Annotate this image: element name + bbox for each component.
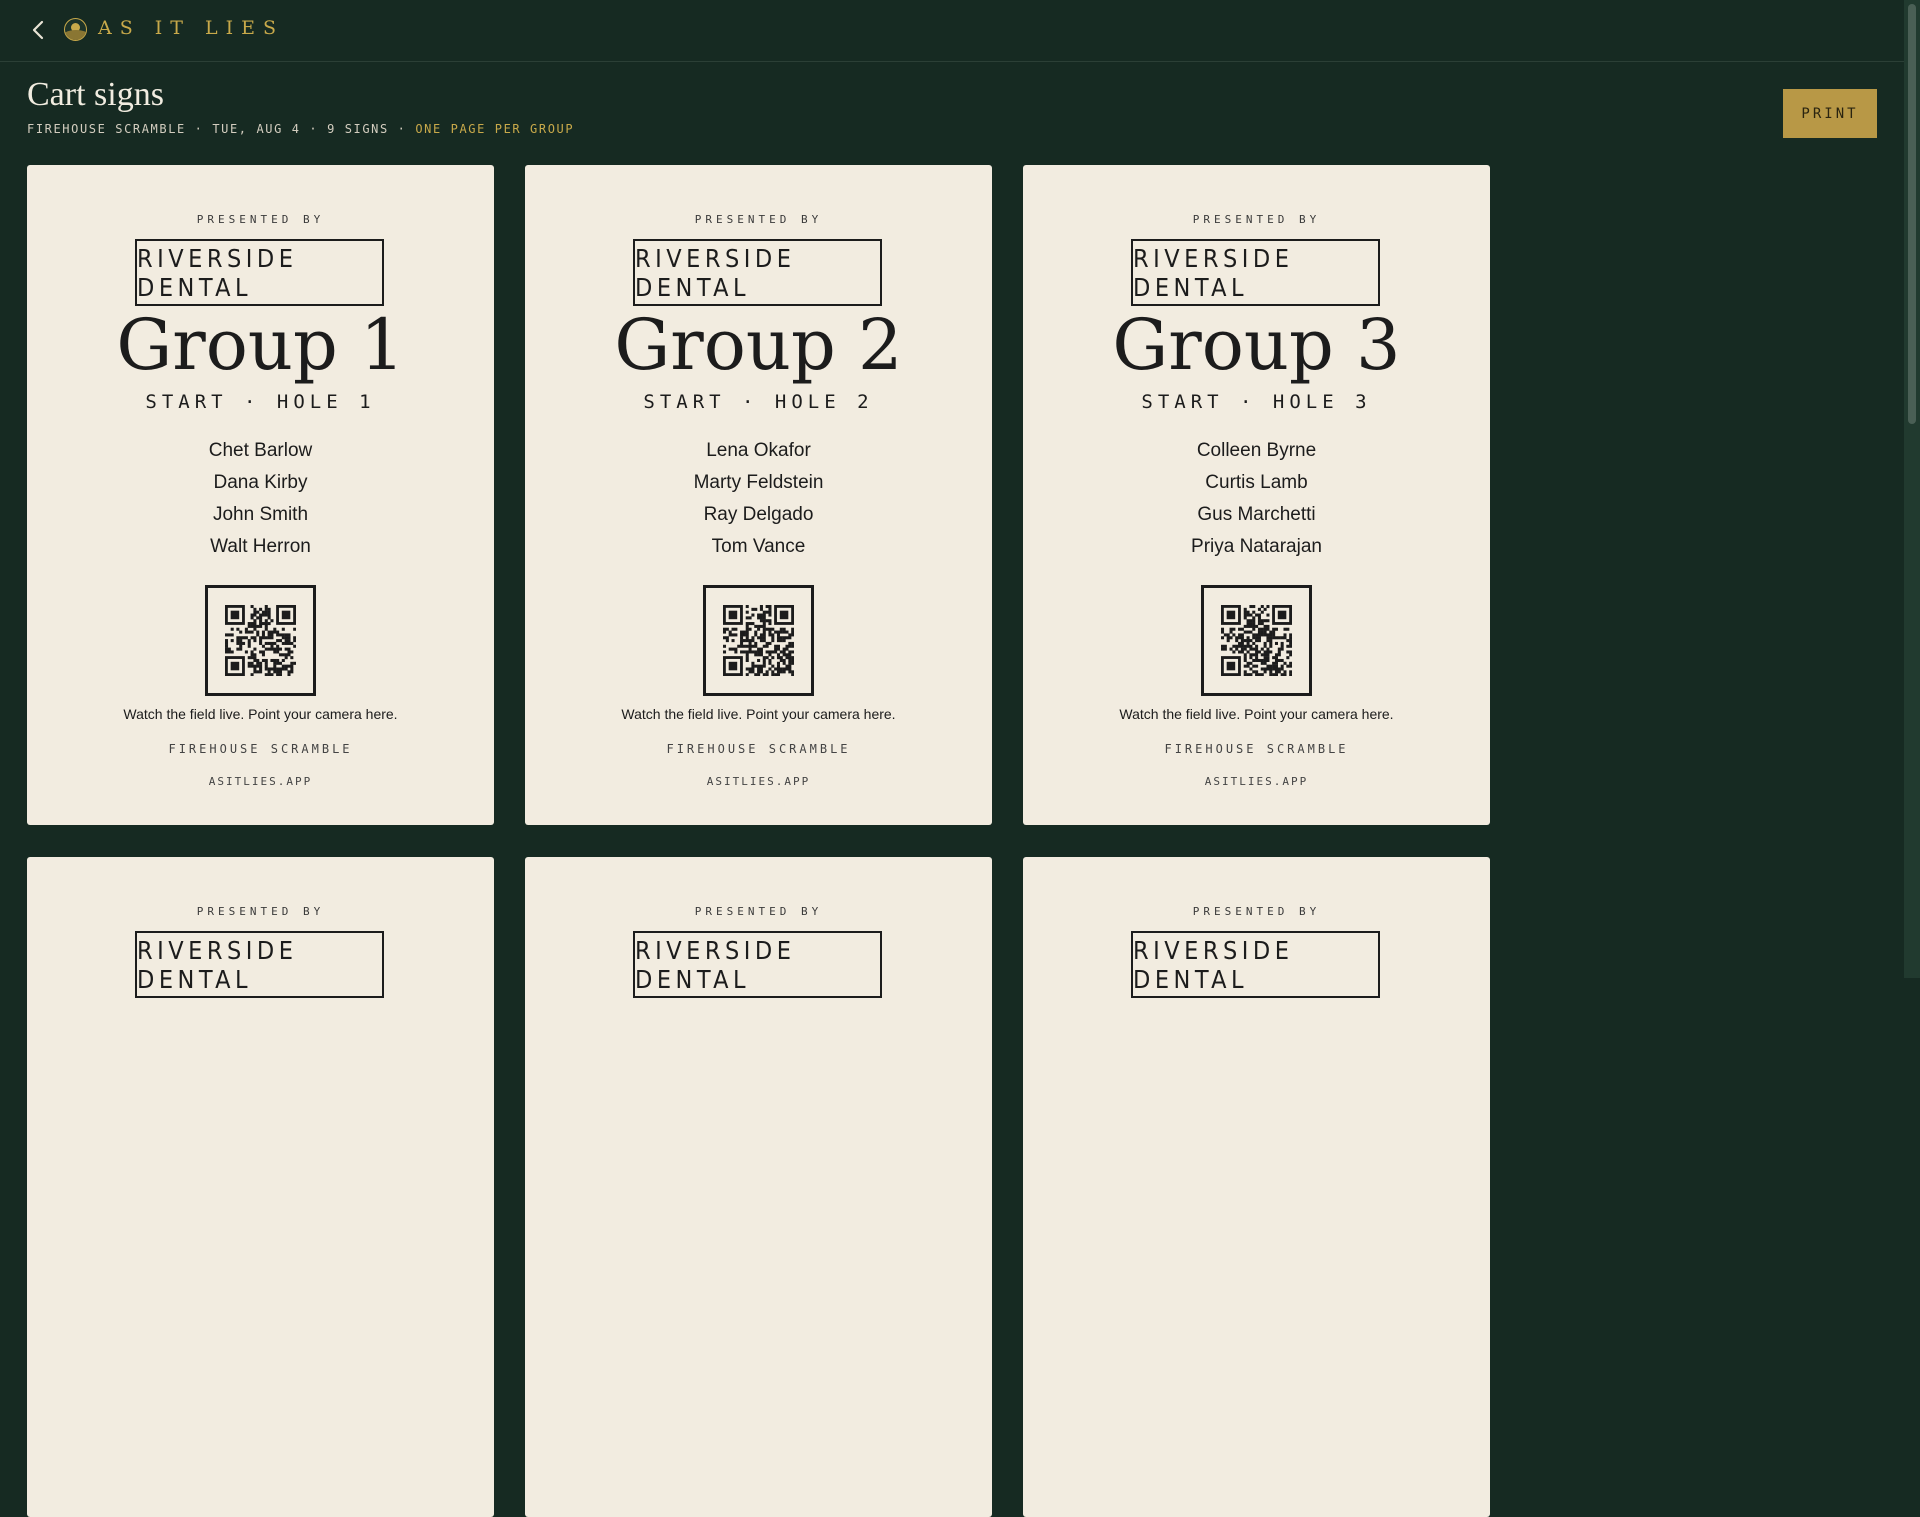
presented-by-label: PRESENTED BY [196,213,325,226]
qr-caption: Watch the field live. Point your camera … [621,706,896,722]
player-name: Tom Vance [711,536,806,557]
group-title: Group 1 [116,304,405,386]
player-name: John Smith [212,504,309,525]
qr-caption: Watch the field live. Point your camera … [1119,706,1394,722]
sponsor-name: RIVERSIDE DENTAL [633,239,882,306]
qr-caption: Watch the field live. Point your camera … [123,706,398,722]
sponsor-name: RIVERSIDE DENTAL [633,931,882,998]
player-name: Walt Herron [210,536,311,557]
event-name: FIREHOUSE SCRAMBLE [27,122,186,136]
qr-code-frame [1201,585,1312,696]
sponsor-name: RIVERSIDE DENTAL [135,931,384,998]
presented-by-label: PRESENTED BY [196,905,325,918]
start-hole: START · HOLE 1 [145,391,376,413]
group-title: Group 2 [614,304,903,386]
site-url: ASITLIES.APP [1204,775,1309,788]
site-url: ASITLIES.APP [706,775,811,788]
sponsor-name: RIVERSIDE DENTAL [1131,931,1380,998]
page-subtitle: FIREHOUSE SCRAMBLE · TUE, AUG 4 · 9 SIGN… [27,122,574,136]
chevron-left-icon [32,20,44,40]
player-name: Marty Feldstein [693,472,824,493]
presented-by-label: PRESENTED BY [694,213,823,226]
qr-code-frame [703,585,814,696]
page-scrollbar[interactable] [1904,0,1920,978]
sun-emblem-icon[interactable] [64,18,87,41]
cart-sign-card: PRESENTED BY RIVERSIDE DENTAL [525,857,992,1517]
qr-code-icon [1221,605,1292,676]
layout-note: ONE PAGE PER GROUP [415,122,575,136]
cart-sign-card: PRESENTED BY RIVERSIDE DENTAL [27,857,494,1517]
cart-sign-card: PRESENTED BY RIVERSIDE DENTAL [1023,857,1490,1517]
separator: · [397,122,407,136]
player-name: Lena Okafor [706,440,811,461]
player-name: Priya Natarajan [1191,536,1322,557]
site-url: ASITLIES.APP [208,775,313,788]
player-name: Colleen Byrne [1196,440,1317,461]
qr-code-icon [723,605,794,676]
start-hole: START · HOLE 3 [1141,391,1372,413]
brand-name[interactable]: AS IT LIES [98,17,284,39]
group-title: Group 3 [1112,304,1401,386]
separator: · [194,122,204,136]
player-name: Ray Delgado [703,504,814,525]
separator: · [309,122,319,136]
cart-sign-card: PRESENTED BY RIVERSIDE DENTAL Group 2 ST… [525,165,992,825]
start-hole: START · HOLE 2 [643,391,874,413]
sign-count: 9 SIGNS [327,122,389,136]
presented-by-label: PRESENTED BY [1192,213,1321,226]
player-list: Colleen Byrne Curtis Lamb Gus Marchetti … [1023,435,1490,563]
player-name: Dana Kirby [213,472,308,493]
top-bar: AS IT LIES [0,0,1904,62]
event-footer: FIREHOUSE SCRAMBLE [666,742,851,756]
presented-by-label: PRESENTED BY [694,905,823,918]
player-list: Lena Okafor Marty Feldstein Ray Delgado … [525,435,992,563]
qr-code-icon [225,605,296,676]
player-name: Gus Marchetti [1197,504,1316,525]
sponsor-name: RIVERSIDE DENTAL [1131,239,1380,306]
event-footer: FIREHOUSE SCRAMBLE [1164,742,1349,756]
sponsor-name: RIVERSIDE DENTAL [135,239,384,306]
cart-sign-card: PRESENTED BY RIVERSIDE DENTAL Group 1 ST… [27,165,494,825]
print-button[interactable]: PRINT [1783,89,1877,138]
presented-by-label: PRESENTED BY [1192,905,1321,918]
player-list: Chet Barlow Dana Kirby John Smith Walt H… [27,435,494,563]
page-title: Cart signs [27,76,164,113]
event-footer: FIREHOUSE SCRAMBLE [168,742,353,756]
scrollbar-thumb[interactable] [1908,4,1916,424]
event-date: TUE, AUG 4 [212,122,301,136]
back-button[interactable] [26,18,50,42]
player-name: Curtis Lamb [1205,472,1308,493]
qr-code-frame [205,585,316,696]
player-name: Chet Barlow [208,440,313,461]
cart-sign-card: PRESENTED BY RIVERSIDE DENTAL Group 3 ST… [1023,165,1490,825]
